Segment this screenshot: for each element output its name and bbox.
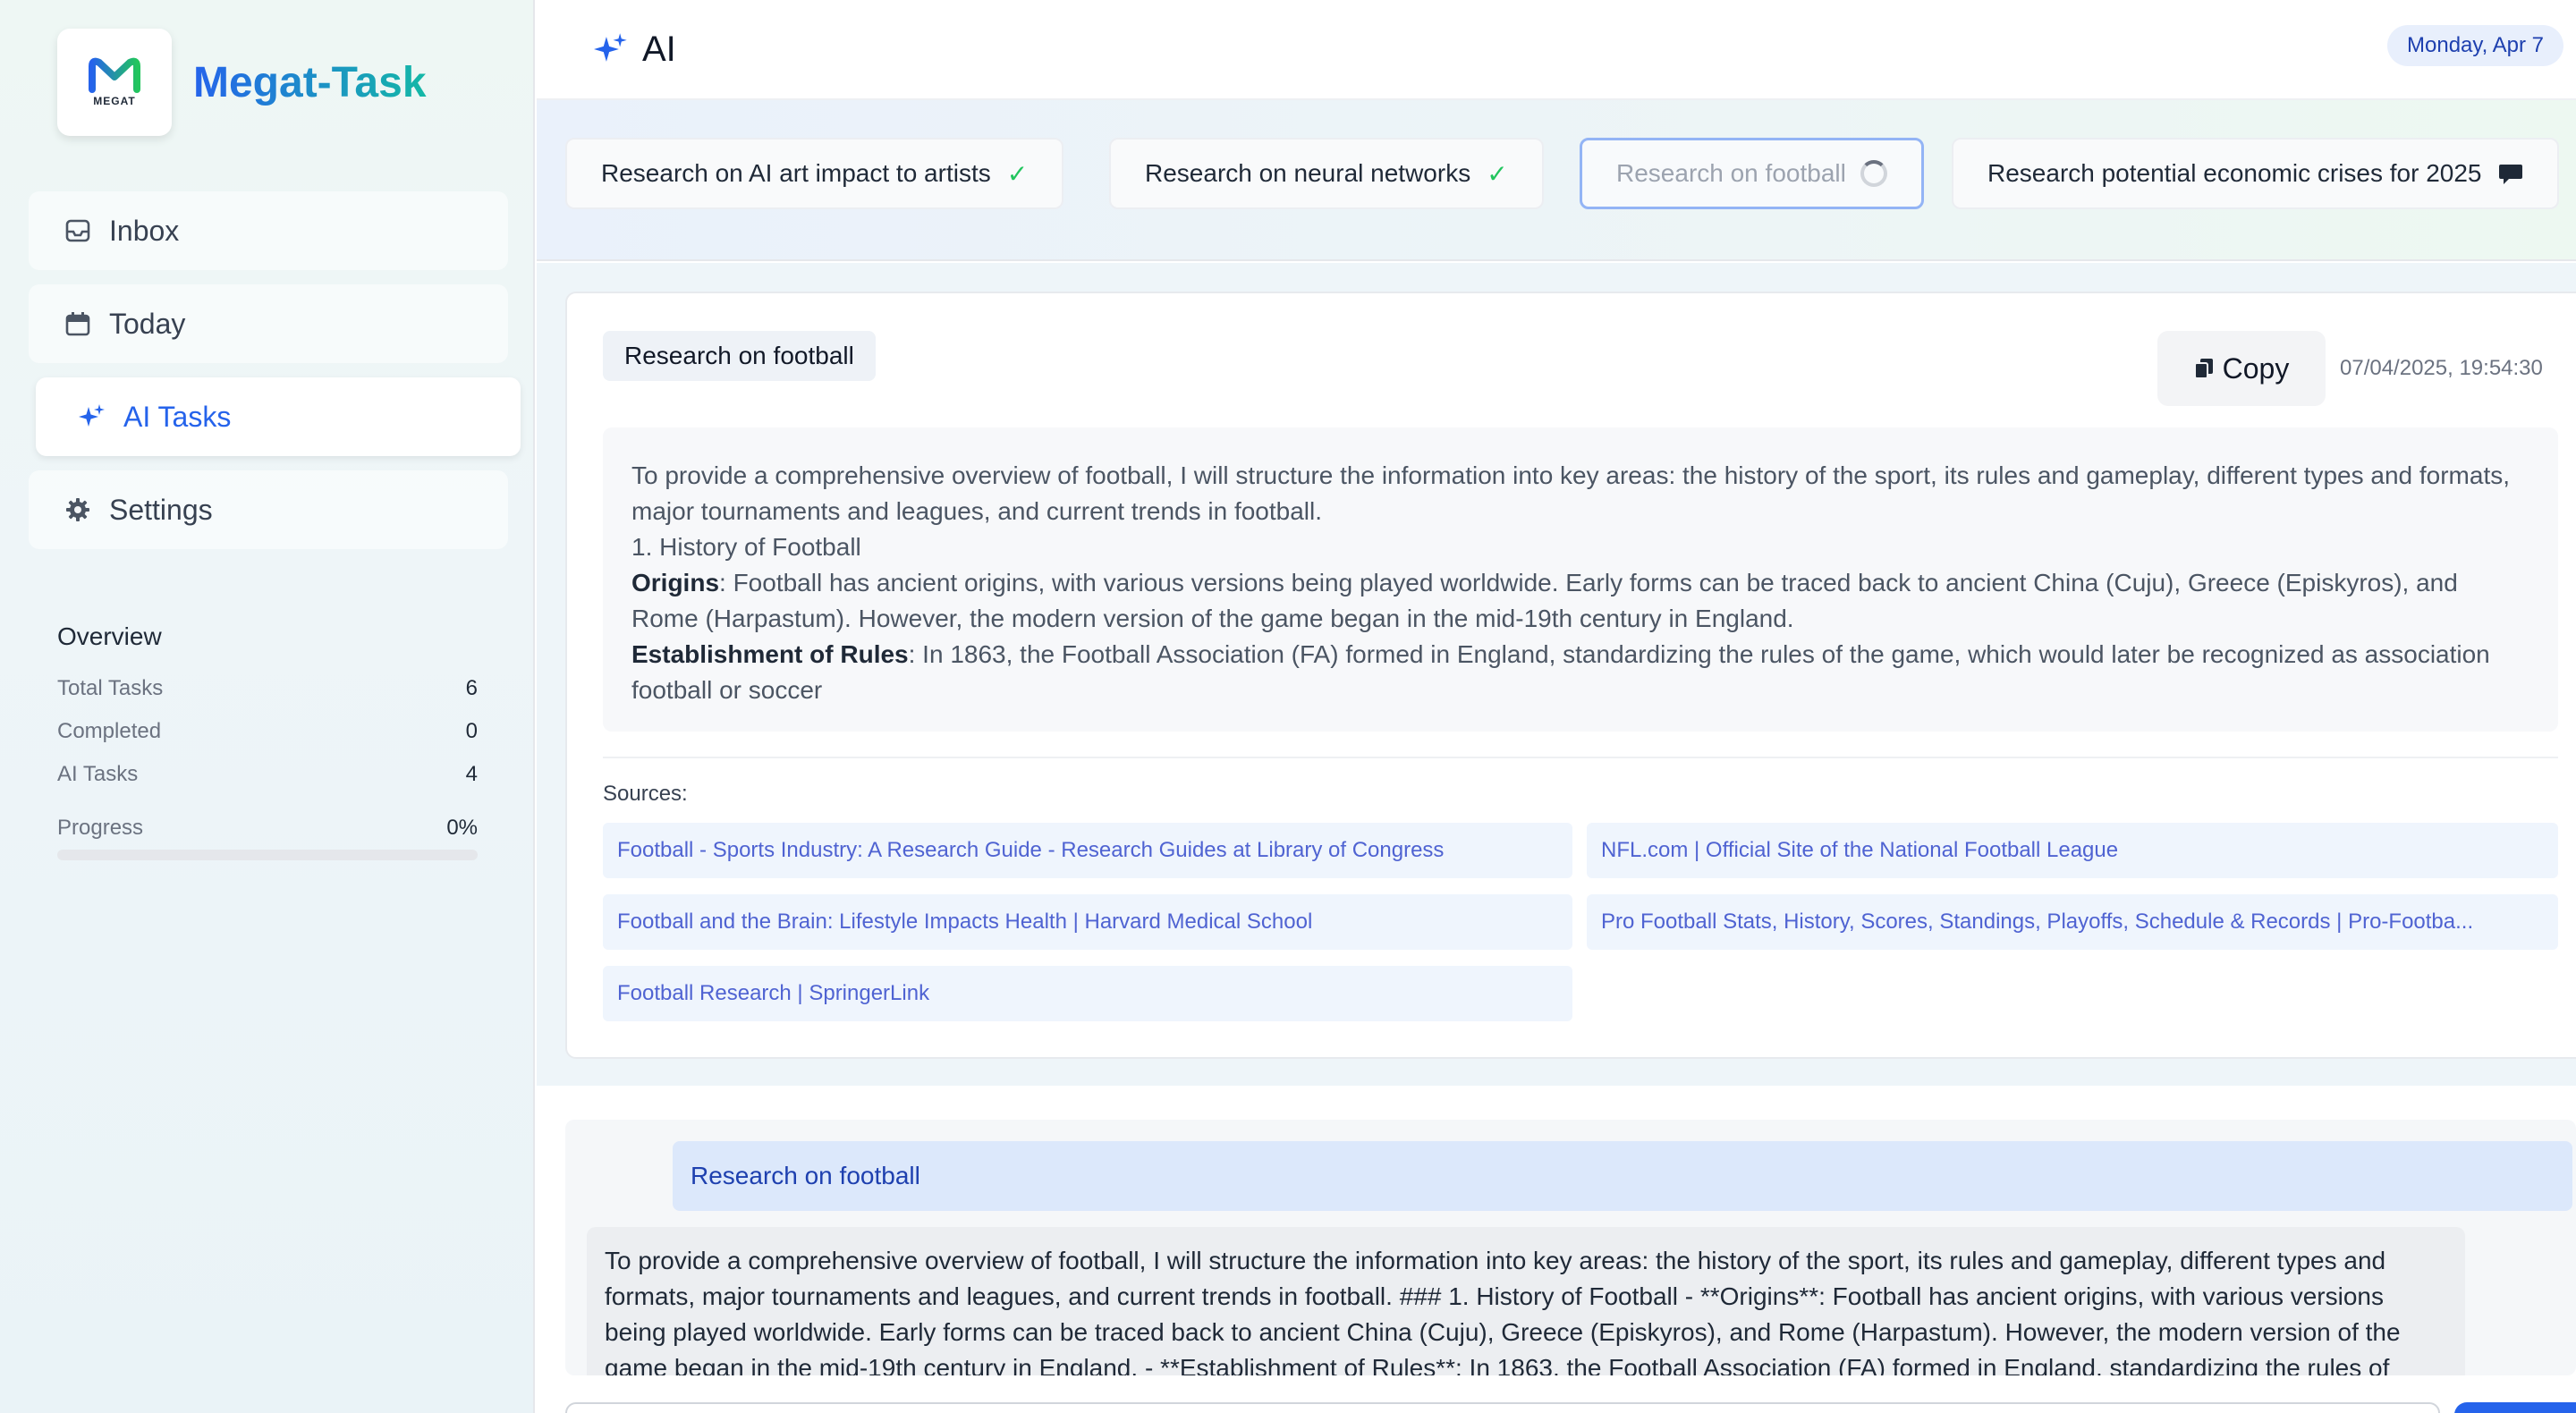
- sidebar: MEGAT Megat-Task Inbox Today AI Tasks Se…: [0, 0, 535, 1413]
- copy-icon: [2193, 359, 2213, 379]
- result-title-tag: Research on football: [603, 331, 876, 381]
- loading-spinner-icon: [1860, 160, 1887, 187]
- stat-completed: Completed 0: [57, 710, 478, 753]
- app-logo[interactable]: MEGAT: [57, 29, 172, 136]
- brand-name[interactable]: Megat-Task: [193, 58, 427, 107]
- stat-value: 4: [465, 762, 478, 786]
- checkmark-icon: ✓: [1006, 159, 1029, 188]
- sidebar-item-label: Inbox: [109, 214, 180, 247]
- source-link[interactable]: Football - Sports Industry: A Research G…: [603, 823, 1572, 878]
- stat-label: Progress: [57, 816, 144, 840]
- checkmark-icon: ✓: [1487, 159, 1508, 188]
- calendar-icon: [64, 310, 91, 337]
- top-header: AI Monday, Apr 7: [537, 0, 2576, 100]
- stat-progress: Progress 0%: [57, 810, 478, 846]
- source-link[interactable]: Football and the Brain: Lifestyle Impact…: [603, 894, 1572, 950]
- stat-total-tasks: Total Tasks 6: [57, 667, 478, 710]
- research-result-card: Research on football Copy 07/04/2025, 19…: [565, 292, 2576, 1059]
- stat-value: 0: [465, 719, 478, 743]
- answer-rules: Establishment of Rules: In 1863, the Foo…: [631, 637, 2529, 708]
- result-timestamp: 07/04/2025, 19:54:30: [2340, 356, 2543, 380]
- sidebar-item-today[interactable]: Today: [29, 284, 508, 363]
- page-title-text: AI: [642, 29, 676, 69]
- answer-rules-text: : In 1863, the Football Association (FA)…: [631, 640, 2490, 704]
- overview-panel: Overview Total Tasks 6 Completed 0 AI Ta…: [57, 622, 478, 860]
- page-title: AI: [594, 30, 676, 70]
- stat-value: 0%: [446, 816, 478, 840]
- stat-value: 6: [465, 676, 478, 700]
- sidebar-item-label: AI Tasks: [123, 400, 232, 433]
- answer-rules-label: Establishment of Rules: [631, 640, 909, 668]
- source-link[interactable]: Pro Football Stats, History, Scores, Sta…: [1587, 894, 2558, 950]
- send-button[interactable]: [2454, 1402, 2576, 1413]
- date-badge: Monday, Apr 7: [2387, 25, 2563, 66]
- gear-icon: [64, 496, 91, 523]
- progress-bar: [57, 850, 478, 860]
- answer-origins-label: Origins: [631, 569, 720, 597]
- stat-label: Completed: [57, 719, 162, 743]
- sparkles-icon: [594, 33, 627, 62]
- task-tab-football[interactable]: Research on football: [1580, 138, 1924, 209]
- task-tab-label: Research on AI art impact to artists: [601, 159, 991, 187]
- stat-label: Total Tasks: [57, 676, 164, 700]
- sidebar-item-label: Today: [109, 307, 186, 340]
- megat-logo-icon: [89, 57, 140, 93]
- sidebar-item-ai-tasks[interactable]: AI Tasks: [36, 377, 521, 456]
- copy-button-label: Copy: [2222, 351, 2290, 385]
- sidebar-item-settings[interactable]: Settings: [29, 470, 508, 549]
- user-message: Research on football: [673, 1141, 2572, 1211]
- task-tab-ai-art[interactable]: Research on AI art impact to artists ✓: [565, 138, 1064, 209]
- task-tab-economic-crises[interactable]: Research potential economic crises for 2…: [1952, 138, 2559, 209]
- task-tab-label: Research on football: [1616, 159, 1846, 187]
- copy-button[interactable]: Copy: [2157, 331, 2326, 406]
- answer-origins-text: : Football has ancient origins, with var…: [631, 569, 2458, 632]
- answer-intro: To provide a comprehensive overview of f…: [631, 461, 2510, 525]
- sparkles-icon: [79, 403, 106, 430]
- sources-label: Sources:: [603, 782, 688, 806]
- comment-icon: [2498, 165, 2522, 184]
- source-link[interactable]: Football Research | SpringerLink: [603, 966, 1572, 1021]
- sidebar-item-inbox[interactable]: Inbox: [29, 191, 508, 270]
- task-tab-label: Research potential economic crises for 2…: [1987, 159, 2482, 187]
- answer-heading: 1. History of Football: [631, 533, 861, 561]
- stat-ai-tasks: AI Tasks 4: [57, 753, 478, 796]
- source-link[interactable]: NFL.com | Official Site of the National …: [1587, 823, 2558, 878]
- chat-thread: Research on football To provide a compre…: [565, 1120, 2576, 1375]
- chat-input[interactable]: [565, 1402, 2440, 1413]
- task-tab-label: Research on neural networks: [1145, 159, 1471, 187]
- overview-title: Overview: [57, 622, 162, 650]
- result-answer: To provide a comprehensive overview of f…: [603, 427, 2558, 732]
- stat-label: AI Tasks: [57, 762, 139, 786]
- inbox-icon: [64, 217, 91, 244]
- ai-message: To provide a comprehensive overview of f…: [587, 1227, 2465, 1375]
- divider: [603, 757, 2558, 758]
- ai-task-tabs: Research on AI art impact to artists ✓ R…: [537, 100, 2576, 261]
- answer-origins: Origins: Football has ancient origins, w…: [631, 565, 2529, 637]
- logo-text: MEGAT: [93, 95, 136, 107]
- sidebar-item-label: Settings: [109, 493, 213, 526]
- brand[interactable]: MEGAT Megat-Task: [57, 29, 427, 136]
- sidebar-nav: Inbox Today AI Tasks Settings: [29, 191, 521, 563]
- task-tab-neural-networks[interactable]: Research on neural networks ✓: [1109, 138, 1544, 209]
